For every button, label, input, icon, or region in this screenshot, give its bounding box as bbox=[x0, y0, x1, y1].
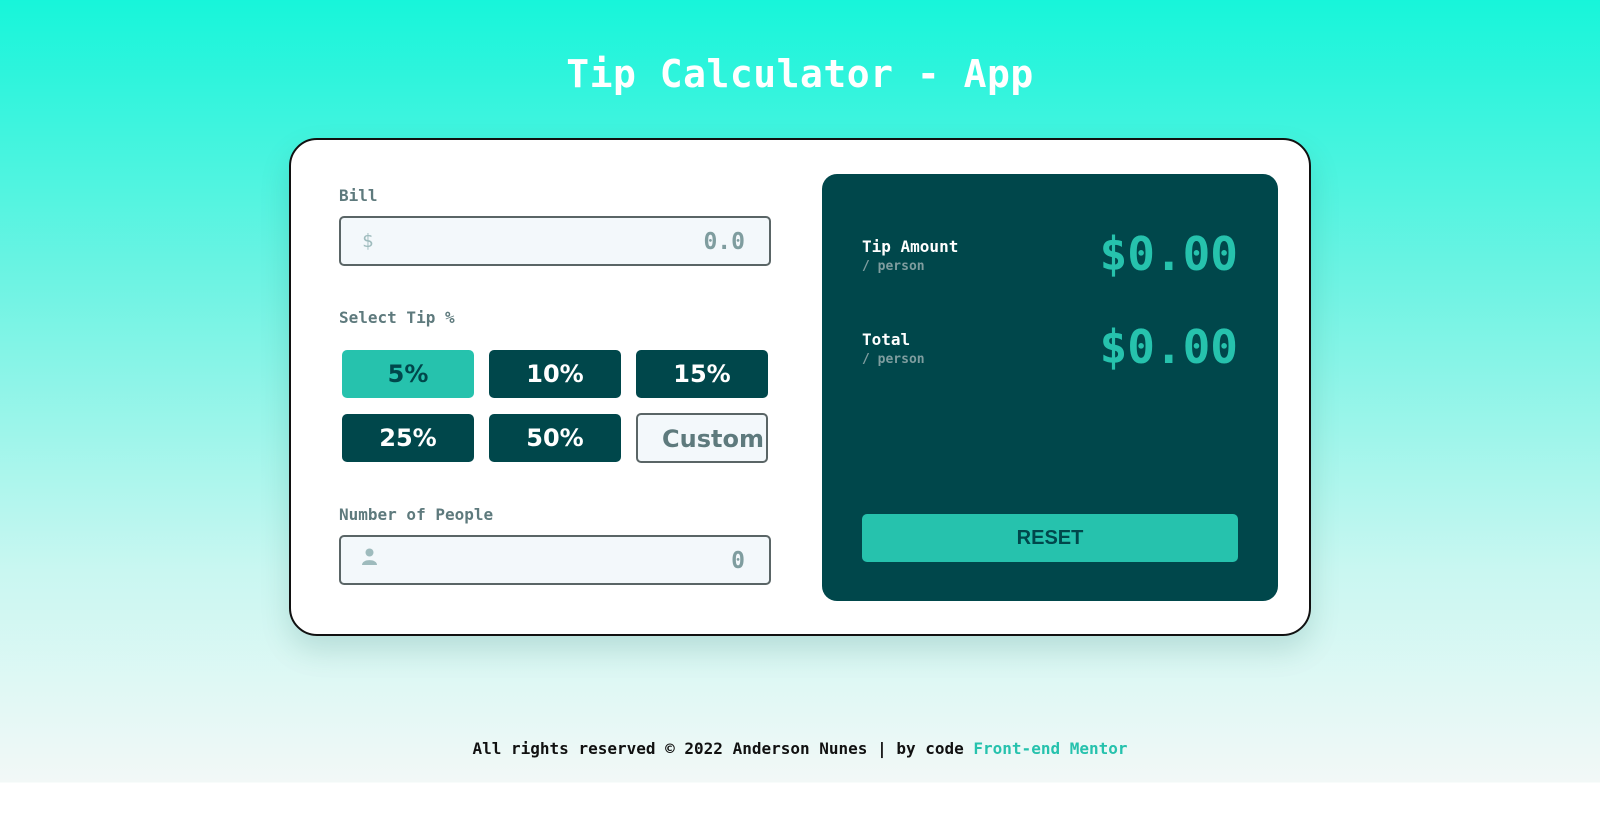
dollar-icon: $ bbox=[362, 230, 374, 252]
total-per-person: / person bbox=[862, 352, 925, 367]
footer-text: All rights reserved © 2022 Anderson Nune… bbox=[472, 739, 974, 758]
people-input-value: 0 bbox=[731, 548, 745, 574]
people-label: Number of People bbox=[339, 505, 494, 524]
total-value: $0.00 bbox=[1099, 320, 1238, 374]
total-label: Total bbox=[862, 330, 911, 349]
footer: All rights reserved © 2022 Anderson Nune… bbox=[0, 739, 1600, 758]
bill-input[interactable]: $ 0.0 bbox=[339, 216, 771, 266]
tip-50-button[interactable]: 50% bbox=[489, 414, 621, 462]
tip-15-button[interactable]: 15% bbox=[636, 350, 768, 398]
tip-amount-row: Tip Amount / person $0.00 bbox=[862, 227, 1238, 297]
tip-25-button[interactable]: 25% bbox=[342, 414, 474, 462]
bill-label: Bill bbox=[339, 186, 378, 205]
results-panel: Tip Amount / person $0.00 Total / person… bbox=[822, 174, 1278, 601]
frontend-mentor-link[interactable]: Front-end Mentor bbox=[973, 739, 1127, 758]
bill-input-value: 0.0 bbox=[703, 229, 745, 255]
tip-amount-value: $0.00 bbox=[1099, 227, 1238, 281]
custom-tip-input[interactable]: Custom bbox=[636, 413, 768, 463]
tip-amount-per-person: / person bbox=[862, 259, 925, 274]
calculator-card: Bill $ 0.0 Select Tip % 5% 10% 15% 25% 5… bbox=[289, 138, 1311, 636]
person-icon bbox=[362, 548, 377, 571]
tip-amount-label: Tip Amount bbox=[862, 237, 959, 256]
tip-5-button[interactable]: 5% bbox=[342, 350, 474, 398]
total-row: Total / person $0.00 bbox=[862, 320, 1238, 390]
select-tip-label: Select Tip % bbox=[339, 308, 455, 327]
page-title: Tip Calculator - App bbox=[566, 52, 1034, 96]
tip-10-button[interactable]: 10% bbox=[489, 350, 621, 398]
people-input[interactable]: 0 bbox=[339, 535, 771, 585]
reset-button[interactable]: RESET bbox=[862, 514, 1238, 562]
